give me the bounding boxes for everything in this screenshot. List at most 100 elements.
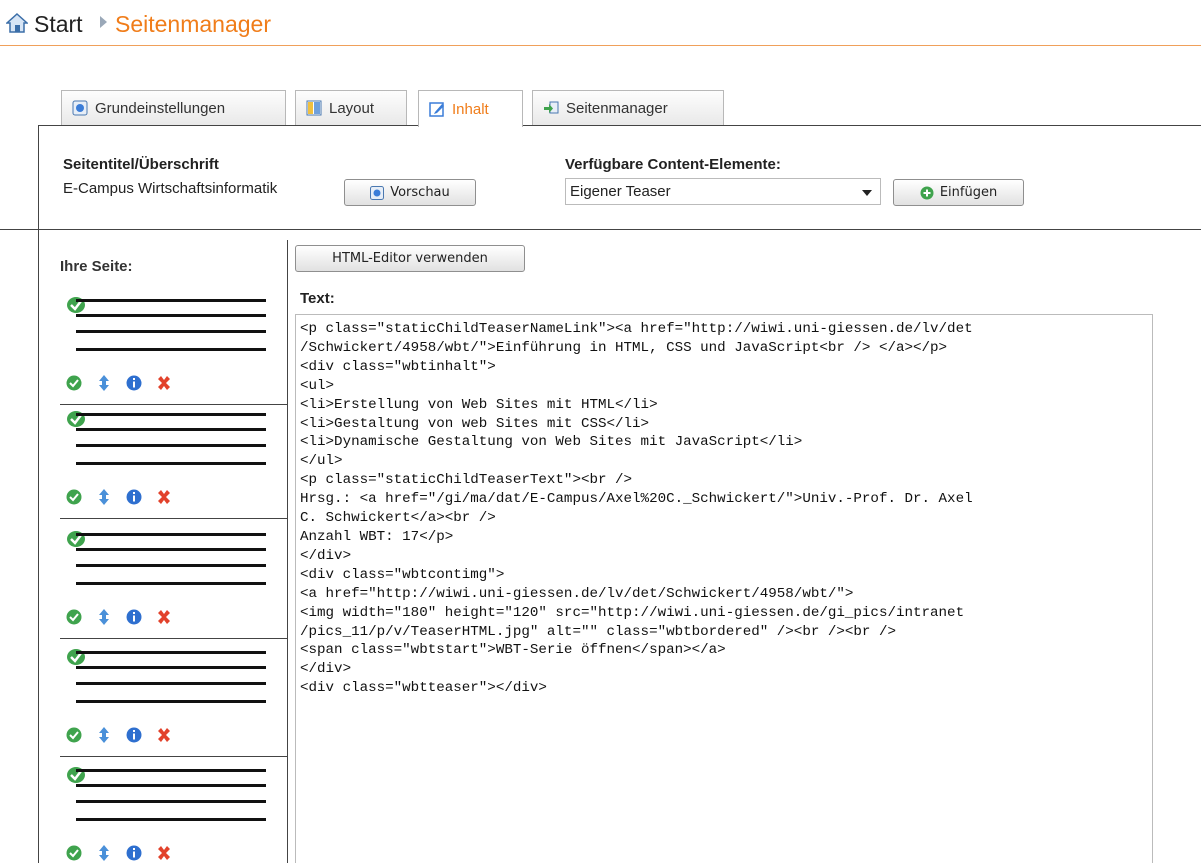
move-icon[interactable] — [96, 727, 112, 743]
block-divider — [60, 404, 288, 405]
content-line — [76, 582, 266, 585]
content-line — [76, 428, 266, 431]
tab-label: Grundeinstellungen — [95, 99, 226, 117]
delete-icon[interactable] — [156, 375, 172, 391]
section-divider — [0, 229, 1201, 230]
chevron-down-icon — [862, 190, 872, 196]
content-elements-selected: Eigener Teaser — [570, 183, 671, 200]
info-icon[interactable] — [126, 489, 142, 505]
page-title-label: Seitentitel/Überschrift — [63, 156, 219, 173]
breadcrumb-start[interactable]: Start — [34, 11, 83, 38]
layout-icon — [306, 100, 322, 116]
sidebar-left-border — [38, 229, 39, 863]
info-icon[interactable] — [126, 727, 142, 743]
preview-icon — [370, 185, 385, 200]
block-actions — [66, 607, 172, 627]
tab-label: Seitenmanager — [566, 99, 668, 117]
move-icon[interactable] — [96, 609, 112, 625]
content-line — [76, 314, 266, 317]
settings-panel — [38, 125, 1201, 229]
tab-seitenmanager[interactable]: Seitenmanager — [532, 90, 724, 125]
content-elements-label: Verfügbare Content-Elemente: — [565, 156, 781, 173]
delete-icon[interactable] — [156, 489, 172, 505]
content-line — [76, 462, 266, 465]
content-line — [76, 348, 266, 351]
content-line — [76, 564, 266, 567]
text-label: Text: — [300, 290, 335, 307]
check-icon[interactable] — [66, 609, 82, 625]
sidebar-title: Ihre Seite: — [60, 258, 133, 275]
code-line: <div class="wbtteaser"></div> — [300, 680, 547, 697]
code-line: <div class="wbtcontimg"> — [300, 566, 505, 583]
code-line: /pics_11/p/v/TeaserHTML.jpg" alt="" clas… — [300, 623, 896, 640]
code-line: <span class="wbtstart">WBT-Serie öffnen<… — [300, 642, 726, 659]
check-icon[interactable] — [66, 489, 82, 505]
home-icon[interactable] — [6, 13, 28, 33]
delete-icon[interactable] — [156, 845, 172, 861]
preview-button[interactable]: Vorschau — [344, 179, 476, 206]
tab-label: Inhalt — [452, 100, 489, 118]
breadcrumb-current: Seitenmanager — [115, 11, 271, 37]
content-line — [76, 800, 266, 803]
insert-button[interactable]: Einfügen — [893, 179, 1024, 206]
move-icon[interactable] — [96, 375, 112, 391]
code-line: /Schwickert/4958/wbt/">Einführung in HTM… — [300, 339, 948, 356]
move-icon[interactable] — [96, 845, 112, 861]
tab-grundeinstellungen[interactable]: Grundeinstellungen — [61, 90, 286, 125]
content-line — [76, 413, 266, 416]
content-line — [76, 533, 266, 536]
html-editor-button[interactable]: HTML-Editor verwenden — [295, 245, 525, 272]
edit-icon — [429, 102, 444, 117]
code-line: <ul> — [300, 377, 335, 394]
content-line — [76, 700, 266, 703]
code-line: </ul> — [300, 453, 343, 470]
page-title-value: E-Campus Wirtschaftsinformatik — [63, 180, 278, 197]
info-icon[interactable] — [126, 845, 142, 861]
code-line: </div> — [300, 547, 352, 564]
delete-icon[interactable] — [156, 727, 172, 743]
insert-button-label: Einfügen — [939, 185, 998, 200]
content-block[interactable] — [60, 648, 288, 764]
code-line: <a href="http://wiwi.uni-giessen.de/lv/d… — [300, 585, 854, 602]
delete-icon[interactable] — [156, 609, 172, 625]
content-elements-select[interactable]: Eigener Teaser — [565, 178, 881, 205]
code-line: Anzahl WBT: 17</p> — [300, 528, 454, 545]
content-line — [76, 444, 266, 447]
block-actions — [66, 843, 172, 863]
add-icon — [920, 186, 934, 199]
block-divider — [60, 518, 288, 519]
html-textarea[interactable]: <p class="staticChildTeaserNameLink"><a … — [295, 314, 1153, 863]
content-line — [76, 299, 266, 302]
code-line: <div class="wbtinhalt"> — [300, 358, 496, 375]
info-icon[interactable] — [126, 375, 142, 391]
tab-layout[interactable]: Layout — [295, 90, 407, 125]
check-icon[interactable] — [66, 845, 82, 861]
content-line — [76, 666, 266, 669]
content-block[interactable] — [60, 410, 288, 526]
code-line: <img width="180" height="120" src="http:… — [300, 604, 965, 621]
content-line — [76, 769, 266, 772]
block-divider — [60, 756, 288, 757]
info-icon[interactable] — [126, 609, 142, 625]
breadcrumb-bar: Start Seitenmanager — [0, 0, 1201, 46]
settings-page-icon — [72, 100, 88, 116]
check-icon[interactable] — [66, 727, 82, 743]
content-line — [76, 682, 266, 685]
block-divider — [60, 638, 288, 639]
content-block[interactable] — [60, 766, 288, 863]
code-line: <li>Gestaltung von web Sites mit CSS</li… — [300, 415, 650, 432]
breadcrumb-separator-icon — [100, 16, 107, 28]
code-line: <p class="staticChildTeaserText"><br /> — [300, 472, 633, 489]
code-line: Hrsg.: <a href="/gi/ma/dat/E-Campus/Axel… — [300, 491, 973, 508]
content-block[interactable] — [60, 530, 288, 646]
code-line: C. Schwickert</a><br /> — [300, 510, 496, 527]
content-line — [76, 330, 266, 333]
code-line: <li>Dynamische Gestaltung von Web Sites … — [300, 434, 803, 451]
content-line — [76, 818, 266, 821]
move-icon[interactable] — [96, 489, 112, 505]
content-line — [76, 548, 266, 551]
tab-inhalt[interactable]: Inhalt — [418, 90, 523, 127]
check-icon[interactable] — [66, 375, 82, 391]
content-line — [76, 784, 266, 787]
content-block[interactable] — [60, 296, 288, 412]
